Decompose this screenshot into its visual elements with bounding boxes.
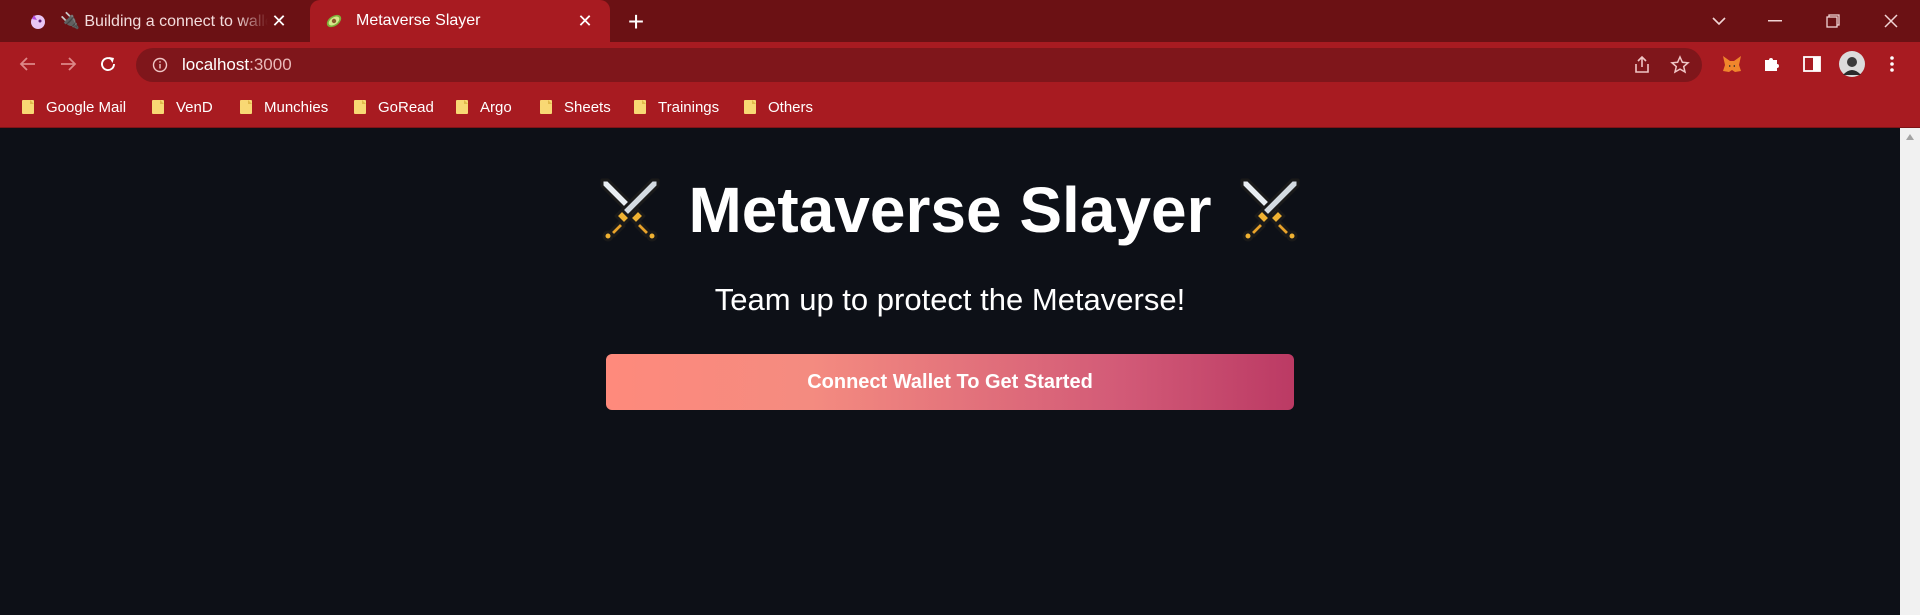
bookmark-munchies[interactable]: Munchies — [238, 96, 328, 118]
close-window-icon[interactable] — [1862, 0, 1920, 42]
extensions-puzzle-icon[interactable] — [1756, 48, 1788, 80]
bookmark-trainings[interactable]: Trainings — [632, 96, 719, 118]
bookmark-argo[interactable]: Argo — [454, 96, 512, 118]
bookmark-page-icon — [240, 100, 252, 114]
close-icon[interactable]: ✕ — [574, 10, 596, 32]
url-text: localhost:3000 — [182, 55, 292, 74]
bookmark-page-icon — [354, 100, 366, 114]
avocado-icon — [324, 11, 344, 31]
address-bar[interactable]: localhost:3000 — [136, 48, 1702, 82]
profile-avatar[interactable] — [1836, 48, 1868, 80]
unicorn-icon — [28, 11, 48, 31]
new-tab-button[interactable]: + — [622, 8, 650, 36]
tab-search-icon[interactable] — [1690, 0, 1748, 42]
crossed-swords-icon — [1240, 178, 1300, 242]
minimize-icon[interactable] — [1746, 0, 1804, 42]
bookmark-google-mail[interactable]: Google Mail — [20, 96, 126, 118]
bookmark-page-icon — [152, 100, 164, 114]
bookmark-page-icon — [22, 100, 34, 114]
bookmark-page-icon — [744, 100, 756, 114]
bookmark-vend[interactable]: VenD — [150, 96, 213, 118]
title-text: Metaverse Slayer — [688, 174, 1212, 246]
bookmark-page-icon — [634, 100, 646, 114]
connect-wallet-button[interactable]: Connect Wallet To Get Started — [606, 354, 1294, 410]
close-icon[interactable]: ✕ — [268, 10, 290, 32]
scroll-up-arrow-icon[interactable] — [1906, 134, 1914, 140]
tab-metaverse-slayer[interactable]: Metaverse Slayer ✕ — [310, 0, 610, 42]
metamask-fox-icon[interactable] — [1716, 48, 1748, 80]
forward-arrow-icon[interactable] — [52, 48, 84, 80]
bookmark-page-icon — [540, 100, 552, 114]
tab-building-connect-wallet[interactable]: 🔌 Building a connect to wallet b ✕ — [14, 0, 304, 42]
page-title: Metaverse Slayer — [0, 168, 1900, 252]
browser-titlebar: 🔌 Building a connect to wallet b ✕ Metav… — [0, 0, 1920, 42]
side-panel-icon[interactable] — [1796, 48, 1828, 80]
more-menu-icon[interactable] — [1876, 48, 1908, 80]
tab-title: Metaverse Slayer — [356, 12, 481, 29]
bookmark-sheets[interactable]: Sheets — [538, 96, 611, 118]
bookmark-others[interactable]: Others — [742, 96, 813, 118]
bookmark-goread[interactable]: GoRead — [352, 96, 434, 118]
info-icon[interactable] — [150, 55, 170, 75]
bookmark-page-icon — [456, 100, 468, 114]
reload-icon[interactable] — [92, 48, 124, 80]
browser-toolbar: localhost:3000 — [0, 42, 1920, 86]
restore-icon[interactable] — [1804, 0, 1862, 42]
page-subtitle: Team up to protect the Metaverse! — [714, 282, 1186, 317]
star-icon[interactable] — [1668, 53, 1692, 77]
crossed-swords-icon — [600, 178, 660, 242]
back-arrow-icon[interactable] — [12, 48, 44, 80]
share-icon[interactable] — [1630, 53, 1654, 77]
bookmarks-bar: Google Mail VenD Munchies GoRead Argo Sh… — [0, 86, 1920, 128]
vertical-scrollbar[interactable] — [1900, 128, 1920, 615]
tab-title: 🔌 Building a connect to wallet b — [60, 13, 268, 30]
